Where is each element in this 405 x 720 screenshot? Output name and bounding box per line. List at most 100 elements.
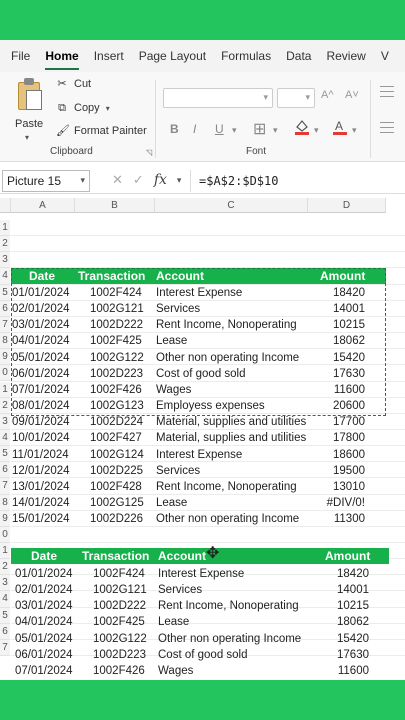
cell-account[interactable]: Interest Expense: [156, 447, 308, 463]
cell-amount[interactable]: 20600: [311, 398, 365, 414]
cell-transaction[interactable]: 1002F424: [90, 285, 160, 301]
cell-amount[interactable]: 18062: [311, 333, 365, 349]
cell-amount[interactable]: #DIV/0!: [311, 495, 365, 511]
cell-transaction[interactable]: 1002G122: [93, 631, 163, 647]
row-header[interactable]: 4: [0, 429, 10, 447]
cell-amount[interactable]: 18062: [311, 614, 369, 630]
row-header[interactable]: 7: [0, 316, 10, 334]
cell-transaction[interactable]: 1002G123: [93, 679, 163, 680]
worksheet-grid[interactable]: A B C D 123456789012345678901234567 Date…: [0, 198, 405, 680]
column-header-c[interactable]: C: [155, 198, 308, 213]
cell-transaction[interactable]: 1002D223: [90, 366, 160, 382]
grow-font-button[interactable]: A^: [321, 89, 334, 101]
cell-account[interactable]: Other non operating Income: [158, 631, 313, 647]
cell-transaction[interactable]: 1002D224: [90, 414, 160, 430]
column-header-a[interactable]: A: [11, 198, 75, 213]
row-header[interactable]: 0: [0, 365, 10, 382]
cell-transaction[interactable]: 1002G121: [93, 582, 163, 598]
cell-amount[interactable]: 11600: [311, 663, 369, 679]
row-header[interactable]: 8: [0, 494, 10, 511]
font-size-select[interactable]: ▾: [277, 88, 315, 108]
cell-amount[interactable]: 11600: [311, 382, 365, 398]
paste-icon[interactable]: [14, 78, 46, 112]
cell-date[interactable]: 01/01/2024: [12, 285, 74, 301]
cell-date[interactable]: 02/01/2024: [15, 582, 77, 598]
cell-transaction[interactable]: 1002G123: [90, 398, 160, 414]
cell-transaction[interactable]: 1002G122: [90, 350, 160, 366]
header-amount[interactable]: Amount: [320, 268, 365, 284]
row-header[interactable]: 6: [0, 300, 10, 317]
cell-account[interactable]: Interest Expense: [156, 285, 308, 301]
row-header[interactable]: 5: [0, 284, 10, 301]
cell-transaction[interactable]: 1002F426: [90, 382, 160, 398]
cell-account[interactable]: Cost of good sold: [158, 647, 313, 663]
cell-account[interactable]: Rent Income, Nonoperating: [156, 317, 308, 333]
chevron-down-icon[interactable]: ▾: [273, 125, 278, 136]
cell-transaction[interactable]: 1002F424: [93, 566, 163, 582]
cell-account[interactable]: Lease: [156, 333, 308, 349]
cell-amount[interactable]: 18600: [311, 447, 365, 463]
cell-account[interactable]: Cost of good sold: [156, 366, 308, 382]
row-header[interactable]: 2: [0, 236, 10, 253]
cell-account[interactable]: Lease: [156, 495, 308, 511]
font-color-icon[interactable]: A: [332, 118, 348, 139]
align-icon[interactable]: [380, 86, 394, 101]
chevron-down-icon[interactable]: ▾: [177, 175, 182, 186]
cell-transaction[interactable]: 1002D223: [93, 647, 163, 663]
cell-date[interactable]: 12/01/2024: [12, 463, 74, 479]
cell-date[interactable]: 07/01/2024: [15, 663, 77, 679]
align-icon[interactable]: [380, 122, 394, 137]
chevron-down-icon[interactable]: ▾: [314, 125, 319, 136]
row-header[interactable]: 1: [0, 381, 10, 398]
cut-button[interactable]: ✂ Cut: [56, 78, 91, 90]
cell-transaction[interactable]: 1002G125: [90, 495, 160, 511]
tab-home[interactable]: Home: [45, 49, 80, 70]
row-header[interactable]: 4: [0, 591, 10, 608]
cell-date[interactable]: 04/01/2024: [15, 614, 77, 630]
cell-amount[interactable]: 14001: [311, 301, 365, 317]
header-date[interactable]: Date: [31, 548, 57, 564]
tab-formulas[interactable]: Formulas: [221, 49, 271, 63]
cell-transaction[interactable]: 1002F426: [93, 663, 163, 679]
cell-amount[interactable]: 18420: [311, 285, 365, 301]
underline-button[interactable]: U: [215, 122, 224, 136]
cell-date[interactable]: 08/01/2024: [15, 679, 77, 680]
cell-account[interactable]: Material, supplies and utilities: [156, 414, 308, 430]
chevron-down-icon[interactable]: ▾: [106, 104, 110, 113]
row-header[interactable]: 7: [0, 478, 10, 495]
cell-date[interactable]: 05/01/2024: [12, 350, 74, 366]
chevron-down-icon[interactable]: ▾: [352, 125, 357, 136]
row-header[interactable]: 3: [0, 252, 10, 269]
row-header[interactable]: 3: [0, 413, 10, 430]
cell-amount[interactable]: 11300: [311, 511, 365, 527]
cell-account[interactable]: Rent Income, Nonoperating: [158, 598, 313, 614]
row-header[interactable]: 9: [0, 349, 10, 366]
cell-amount[interactable]: 19500: [311, 463, 365, 479]
dialog-launcher-icon[interactable]: ◹: [146, 148, 152, 157]
cell-account[interactable]: Material, supplies and utilities: [156, 430, 308, 446]
cell-amount[interactable]: 10215: [311, 317, 365, 333]
cell-amount[interactable]: 17630: [311, 366, 365, 382]
format-painter-button[interactable]: 🖌 Format Painter: [56, 125, 147, 137]
tab-page-layout[interactable]: Page Layout: [139, 49, 206, 63]
cell-date[interactable]: 14/01/2024: [12, 495, 74, 511]
cell-transaction[interactable]: 1002G124: [90, 447, 160, 463]
header-transaction[interactable]: Transaction: [82, 548, 149, 564]
row-header[interactable]: 3: [0, 575, 10, 592]
name-box[interactable]: Picture 15 ▾: [2, 170, 90, 192]
chevron-down-icon[interactable]: ▾: [80, 175, 85, 186]
formula-input[interactable]: =$A$2:$D$10: [190, 170, 405, 192]
header-transaction[interactable]: Transaction: [78, 268, 145, 284]
tab-insert[interactable]: Insert: [94, 49, 124, 63]
cell-transaction[interactable]: 1002D222: [90, 317, 160, 333]
cell-amount[interactable]: 17700: [311, 414, 365, 430]
cell-transaction[interactable]: 1002F428: [90, 479, 160, 495]
cancel-icon[interactable]: ✕: [112, 172, 123, 188]
cell-date[interactable]: 06/01/2024: [12, 366, 74, 382]
cell-amount[interactable]: 13010: [311, 479, 365, 495]
row-header[interactable]: 5: [0, 607, 10, 624]
chevron-down-icon[interactable]: ▾: [25, 133, 29, 142]
cell-amount[interactable]: 17630: [311, 647, 369, 663]
row-header[interactable]: 8: [0, 333, 10, 350]
cell-amount[interactable]: 15420: [311, 631, 369, 647]
